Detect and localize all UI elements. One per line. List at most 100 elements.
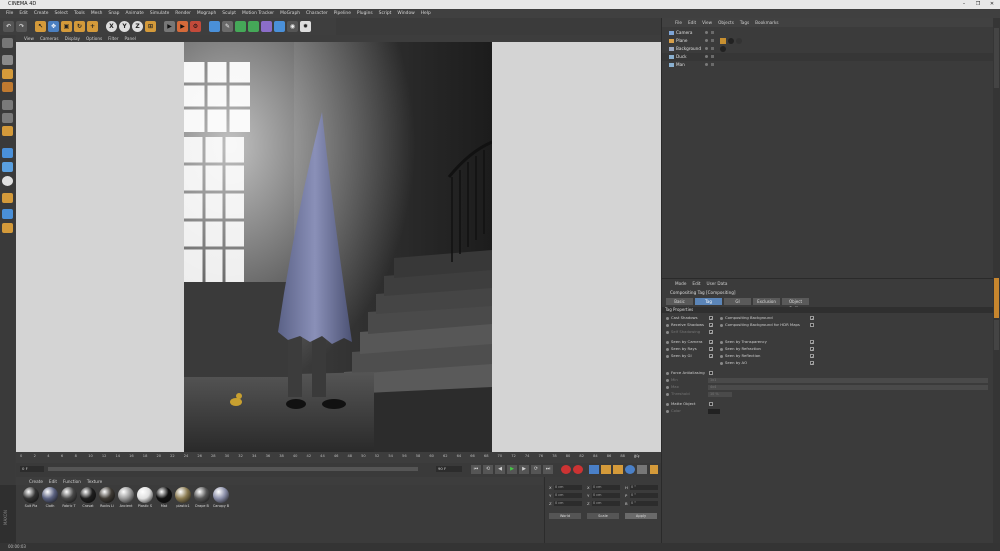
key-param-icon[interactable]: [625, 465, 635, 474]
rotate-tool-icon[interactable]: ↻: [74, 21, 85, 32]
render-view-icon[interactable]: ▶: [164, 21, 175, 32]
scale-tool-icon[interactable]: ▣: [61, 21, 72, 32]
tab-object-buffer[interactable]: Object Buffer: [782, 298, 809, 311]
material-tag-icon-2[interactable]: [736, 38, 742, 44]
material-tag-icon[interactable]: [728, 38, 734, 44]
redo-icon[interactable]: ↷: [16, 21, 27, 32]
goto-end-icon[interactable]: ⏭: [543, 465, 553, 474]
viewport-menu-view[interactable]: View: [21, 36, 37, 41]
camera-icon[interactable]: ◉: [287, 21, 298, 32]
receive-shadows-checkbox[interactable]: ✓: [709, 323, 713, 328]
coord-mode-dropdown[interactable]: World: [549, 513, 581, 519]
seen-by-ao-checkbox[interactable]: ✓: [810, 361, 814, 366]
object-menu-tags[interactable]: Tags: [737, 20, 752, 25]
cast-shadows-checkbox[interactable]: ✓: [709, 316, 713, 321]
viewport-menu-panel[interactable]: Panel: [122, 36, 139, 41]
coord-value-field[interactable]: 0 cm: [554, 493, 582, 498]
matte-object-checkbox[interactable]: [709, 402, 713, 406]
matte-color-swatch[interactable]: [708, 409, 720, 414]
coord-value-field[interactable]: 0 °: [630, 501, 658, 506]
material-menu-function[interactable]: Function: [60, 479, 84, 484]
coord-value-field[interactable]: 0 cm: [592, 493, 620, 498]
polygons-mode-icon[interactable]: [2, 126, 13, 136]
menu-snap[interactable]: Snap: [105, 9, 122, 18]
object-row-duck[interactable]: Duck: [662, 53, 994, 61]
object-row-plane[interactable]: Plane: [662, 37, 994, 45]
points-mode-icon[interactable]: [2, 100, 13, 110]
model-mode-icon[interactable]: [2, 55, 13, 65]
menu-motion-tracker[interactable]: Motion Tracker: [239, 9, 277, 18]
timeline-ruler[interactable]: 0 2 4 6 8 10 12 14 16 18 20 22 24 26 28 30 32 34 36 38 40 42 4…: [16, 452, 661, 463]
object-menu-objects[interactable]: Objects: [715, 20, 737, 25]
planar-workplane-icon[interactable]: [2, 223, 13, 233]
seen-by-gi-checkbox[interactable]: ✓: [709, 354, 713, 359]
menu-window[interactable]: Window: [394, 9, 417, 18]
lock-workplane-icon[interactable]: [2, 193, 13, 203]
object-menu-file[interactable]: File: [672, 20, 685, 25]
edges-mode-icon[interactable]: [2, 113, 13, 123]
y-axis-lock-icon[interactable]: Y: [119, 21, 130, 32]
undo-icon[interactable]: ↶: [3, 21, 14, 32]
material-swatch[interactable]: Cravat: [79, 487, 97, 508]
menu-script[interactable]: Script: [376, 9, 395, 18]
minimize-button[interactable]: –: [957, 0, 971, 9]
tab-gi[interactable]: GI: [724, 298, 751, 305]
material-swatch[interactable]: Fabric T: [60, 487, 78, 508]
material-swatch[interactable]: Cloth: [41, 487, 59, 508]
menu-character[interactable]: Character: [303, 9, 331, 18]
menu-render[interactable]: Render: [172, 9, 194, 18]
render-check[interactable]: [711, 63, 714, 66]
material-swatch[interactable]: Suit Pla: [22, 487, 40, 508]
menu-help[interactable]: Help: [418, 9, 434, 18]
menu-select[interactable]: Select: [51, 9, 71, 18]
self-shadowing-checkbox[interactable]: ✓: [709, 330, 713, 335]
pen-spline-icon[interactable]: ✎: [222, 21, 233, 32]
material-swatch[interactable]: Plastic S: [136, 487, 154, 508]
attribute-menu-user-data[interactable]: User Data: [704, 281, 731, 286]
render-check[interactable]: [711, 39, 714, 42]
visibility-dot[interactable]: [705, 47, 708, 50]
environment-icon[interactable]: [274, 21, 285, 32]
key-position-icon[interactable]: [589, 465, 599, 474]
threshold-field[interactable]: 10 %: [708, 392, 732, 397]
menu-tools[interactable]: Tools: [71, 9, 88, 18]
play-icon[interactable]: ▶: [507, 465, 517, 474]
workplane-icon[interactable]: [2, 82, 13, 92]
array-icon[interactable]: [248, 21, 259, 32]
timeline-scrubber[interactable]: [48, 467, 418, 471]
render-picture-viewer-icon[interactable]: ▶: [177, 21, 188, 32]
visibility-dot[interactable]: [705, 31, 708, 34]
objects-side-tab[interactable]: [994, 28, 999, 88]
key-pla-icon[interactable]: [637, 465, 647, 474]
material-tag-icon[interactable]: [720, 46, 726, 52]
render-settings-icon[interactable]: ⚙: [190, 21, 201, 32]
material-swatch[interactable]: plastic1: [174, 487, 192, 508]
menu-create[interactable]: Create: [31, 9, 52, 18]
seen-by-refraction-checkbox[interactable]: ✓: [810, 347, 814, 352]
coord-value-field[interactable]: 0 cm: [592, 485, 620, 490]
material-swatch[interactable]: Drape B: [193, 487, 211, 508]
next-frame-icon[interactable]: ▶: [519, 465, 529, 474]
menu-plugins[interactable]: Plugins: [354, 9, 376, 18]
menu-pipeline[interactable]: Pipeline: [331, 9, 354, 18]
object-row-man[interactable]: Man: [662, 61, 994, 69]
prev-key-icon[interactable]: ⟲: [483, 465, 493, 474]
render-view[interactable]: [184, 42, 492, 452]
tweak-mode-icon[interactable]: [2, 162, 13, 172]
end-frame-field[interactable]: 90 F: [436, 466, 462, 472]
tab-tag[interactable]: Tag: [695, 298, 722, 305]
cube-primitive-icon[interactable]: [209, 21, 220, 32]
layers-side-tab[interactable]: [994, 320, 999, 350]
x-axis-lock-icon[interactable]: X: [106, 21, 117, 32]
timeline-menu-icon[interactable]: [650, 465, 658, 474]
coord-value-field[interactable]: 0 °: [630, 493, 658, 498]
record-icon[interactable]: [561, 465, 571, 474]
start-frame-field[interactable]: 0 F: [20, 466, 44, 472]
viewport-menu-display[interactable]: Display: [62, 36, 83, 41]
menu-mesh[interactable]: Mesh: [88, 9, 106, 18]
force-antialiasing-checkbox[interactable]: [709, 371, 713, 375]
compositing-background-checkbox[interactable]: ✓: [810, 316, 814, 321]
coord-value-field[interactable]: 0 cm: [554, 485, 582, 490]
seen-by-camera-checkbox[interactable]: ✓: [709, 340, 713, 345]
seen-by-rays-checkbox[interactable]: ✓: [709, 347, 713, 352]
